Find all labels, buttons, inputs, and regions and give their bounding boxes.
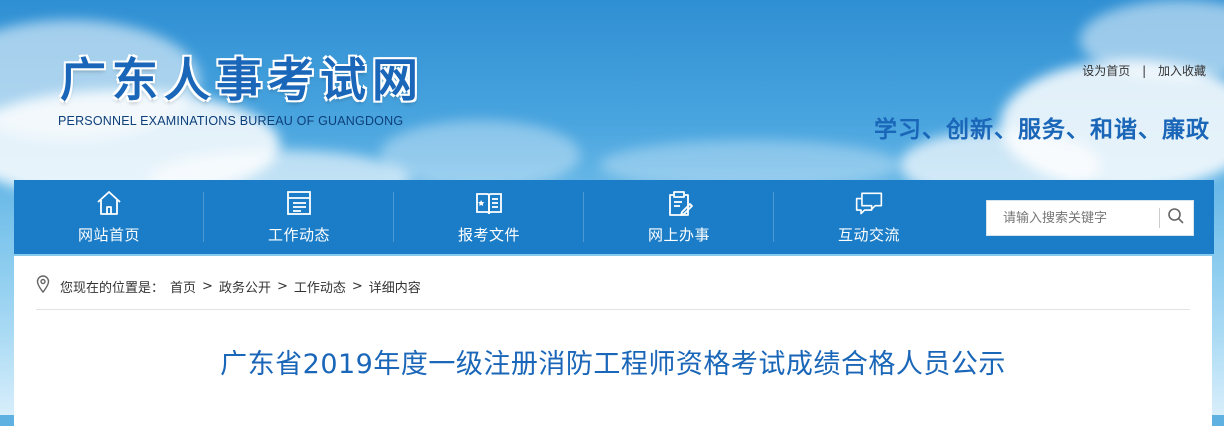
site-logo-title[interactable]: 广东人事考试网: [60, 44, 424, 110]
search-icon: [1167, 207, 1185, 229]
breadcrumb-detail: 详细内容: [368, 280, 421, 296]
nav-label: 网站首页: [77, 226, 140, 244]
nav-item-work-news[interactable]: 工作动态: [204, 180, 394, 254]
chat-bubbles-icon: [854, 188, 884, 218]
set-homepage-link[interactable]: 设为首页: [1082, 64, 1130, 78]
nav-item-home[interactable]: 网站首页: [14, 180, 204, 254]
breadcrumb-prefix: 您现在的位置是：: [60, 280, 165, 296]
breadcrumb-government-affairs[interactable]: 政务公开: [219, 277, 271, 296]
open-book-icon: [474, 188, 504, 218]
nav-label: 报考文件: [457, 226, 520, 244]
breadcrumb-work-news[interactable]: 工作动态: [294, 277, 346, 296]
breadcrumb-separator: >: [276, 278, 288, 294]
top-links: 设为首页 | 加入收藏: [1082, 62, 1206, 79]
search-input[interactable]: [987, 203, 1159, 233]
location-pin-icon: [36, 275, 50, 297]
nav-item-exam-documents[interactable]: 报考文件: [394, 180, 584, 254]
breadcrumb-separator: >: [202, 278, 213, 294]
breadcrumb-separator: >: [351, 278, 363, 294]
nav-item-interaction[interactable]: 互动交流: [774, 180, 964, 254]
top-links-separator: |: [1142, 64, 1147, 78]
nav-label: 网上办事: [647, 226, 710, 244]
breadcrumb-divider: [36, 309, 1190, 310]
add-favorite-link[interactable]: 加入收藏: [1158, 64, 1206, 78]
nav-label: 工作动态: [267, 226, 330, 244]
article-title: 广东省2019年度一级注册消防工程师资格考试成绩合格人员公示: [220, 349, 1006, 380]
content-panel: 您现在的位置是： 首页 > 政务公开 > 工作动态 > 详细内容 广东省2019…: [14, 256, 1212, 426]
search-box: [986, 200, 1194, 236]
home-icon: [94, 188, 124, 218]
clipboard-edit-icon: [664, 188, 694, 218]
site-logo-subtitle: PERSONNEL EXAMINATIONS BUREAU OF GUANGDO…: [58, 114, 404, 128]
breadcrumb-home[interactable]: 首页: [170, 277, 196, 296]
breadcrumb: 您现在的位置是： 首页 > 政务公开 > 工作动态 > 详细内容: [36, 274, 421, 298]
news-list-icon: [284, 188, 314, 218]
site-slogan: 学习、创新、服务、和谐、廉政: [874, 117, 1210, 143]
nav-label: 互动交流: [837, 226, 900, 244]
search-button[interactable]: [1160, 201, 1193, 235]
nav-item-online-services[interactable]: 网上办事: [584, 180, 774, 254]
